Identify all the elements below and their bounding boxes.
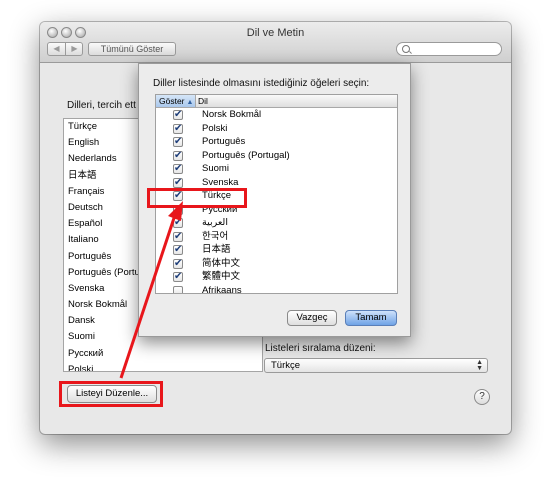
annotation-arrow-icon <box>119 201 183 379</box>
